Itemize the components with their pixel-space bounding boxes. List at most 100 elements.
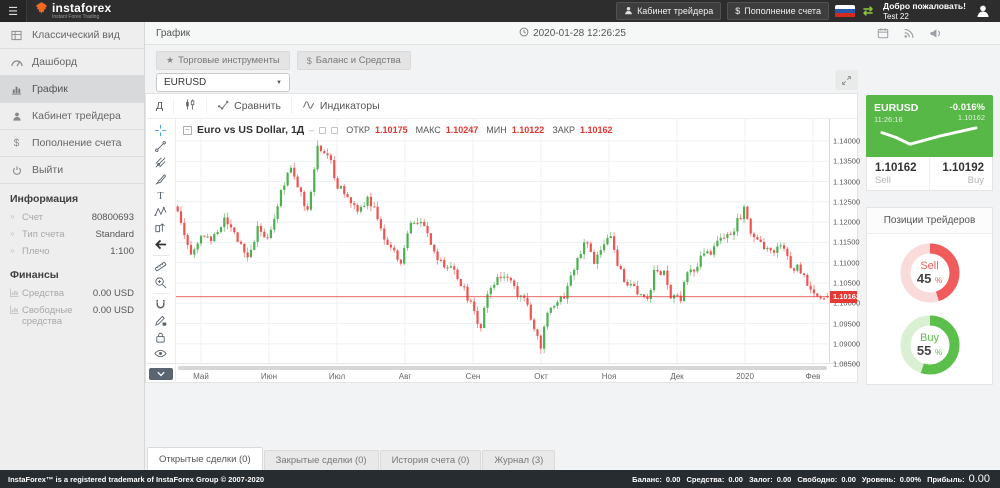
toolbar-divider xyxy=(153,255,169,256)
logo-text: instaforex xyxy=(52,2,111,14)
time-scrollbar[interactable] xyxy=(178,366,827,370)
sidebar-item-классический-вид[interactable]: Классический вид xyxy=(0,22,144,49)
crosshair-icon[interactable] xyxy=(149,124,173,137)
eye-icon[interactable] xyxy=(149,347,173,360)
sidebar-item-пополнение-счета[interactable]: $Пополнение счета xyxy=(0,130,144,157)
language-flag-ru-icon[interactable] xyxy=(835,5,855,18)
quote-sparkline xyxy=(874,124,985,149)
cabinet-button[interactable]: Кабинет трейдера xyxy=(616,2,721,20)
trendline-icon[interactable] xyxy=(149,140,173,153)
sidebar-item-кабинет-трейдера[interactable]: Кабинет трейдера xyxy=(0,103,144,130)
indicators-button[interactable]: Индикаторы xyxy=(292,98,390,114)
forecast-icon[interactable] xyxy=(149,221,173,234)
svg-text:T: T xyxy=(157,191,164,202)
symbol-select[interactable]: EURUSD ▼ xyxy=(156,73,290,92)
megaphone-icon[interactable] xyxy=(929,27,942,39)
footer-stat-label: Прибыль: xyxy=(927,475,965,484)
person-icon xyxy=(624,6,633,17)
dollar-icon: $ xyxy=(10,138,23,149)
candle-chart xyxy=(176,119,829,363)
power-icon xyxy=(10,165,23,176)
compare-button[interactable]: Сравнить xyxy=(207,98,292,114)
quote-tile[interactable]: EURUSD 11:26:16 -0.016% 1.10162 xyxy=(866,95,993,157)
time-tick: Ноя xyxy=(602,372,617,381)
collapse-legend-icon[interactable]: − xyxy=(183,126,192,135)
chart-toolbar: Д Сравнить Индикаторы xyxy=(146,94,857,119)
sidebar-item-выйти[interactable]: Выйти xyxy=(0,157,144,184)
footer-stat-value: 0.00% xyxy=(900,475,921,484)
avatar-icon[interactable] xyxy=(976,4,990,18)
candles-icon xyxy=(184,98,196,114)
toolbar-collapse-button[interactable] xyxy=(149,368,173,380)
legend-toggle-icon[interactable] xyxy=(319,127,326,134)
sidebar: Классический видДашбордГрафикКабинет тре… xyxy=(0,22,145,470)
deposit-button[interactable]: $ Пополнение счета xyxy=(727,2,829,20)
fibtools-icon[interactable] xyxy=(149,156,173,169)
buy-price: 1.10192 xyxy=(938,161,984,175)
hamburger-menu-icon[interactable]: ☰ xyxy=(0,0,27,22)
price-tick: 1.12500 xyxy=(833,197,860,206)
ohlc-high: 1.10247 xyxy=(446,125,479,135)
magnet-icon[interactable] xyxy=(149,298,173,311)
ruler-icon[interactable] xyxy=(149,260,173,273)
clock-icon xyxy=(519,27,529,40)
trading-instruments-button[interactable]: ★ Торговые инструменты xyxy=(156,51,290,70)
interval-button[interactable]: Д xyxy=(146,98,174,114)
balance-funds-button[interactable]: $ Баланс и Средства xyxy=(297,51,411,70)
back-arrow-icon[interactable] xyxy=(149,238,173,251)
time-axis[interactable]: МайИюнИюлАвгСенОктНояДек2020Фев xyxy=(176,364,829,384)
time-tick: Июн xyxy=(261,372,277,381)
time-tick: Фев xyxy=(806,372,821,381)
sidebar-row: »Тип счетаStandard xyxy=(0,226,144,243)
indicators-icon xyxy=(302,99,315,113)
current-price-label: 1.10162 xyxy=(830,291,857,303)
pattern-icon[interactable] xyxy=(149,205,173,218)
time-tick: Июл xyxy=(329,372,345,381)
calendar-icon[interactable] xyxy=(877,27,889,39)
tab-1[interactable]: Открытые сделки (0) xyxy=(147,447,263,470)
sidebar-finance-rows: Средства0.00 USDСвободные средства0.00 U… xyxy=(0,285,144,330)
user-icon xyxy=(10,111,23,122)
page-bar: График 2020-01-28 12:26:25 xyxy=(145,22,1000,45)
price-tick: 1.13500 xyxy=(833,157,860,166)
lock-icon[interactable] xyxy=(149,331,173,344)
price-tick: 1.11500 xyxy=(833,238,860,247)
tab-4[interactable]: Журнал (3) xyxy=(482,450,555,470)
tab-2[interactable]: Закрытые сделки (0) xyxy=(264,450,379,470)
chevrons-icon: » xyxy=(10,212,22,221)
chevrons-icon: » xyxy=(10,229,22,238)
time-tick: Май xyxy=(193,372,209,381)
zoom-in-icon[interactable] xyxy=(149,276,173,289)
current-datetime: 2020-01-28 12:26:25 xyxy=(533,28,626,39)
chart-type-button[interactable] xyxy=(174,98,207,114)
price-tick: 1.11000 xyxy=(833,258,860,267)
drawing-lock-icon[interactable] xyxy=(149,314,173,327)
sell-price: 1.10162 xyxy=(875,161,921,175)
ohlc-low: 1.10122 xyxy=(512,125,545,135)
brush-icon[interactable] xyxy=(149,173,173,186)
chart-plot[interactable]: − Euro vs US Dollar, 1Д – ОТКР1.10175 МА… xyxy=(176,119,829,363)
logo-tagline: Instant Forex Trading xyxy=(52,15,111,20)
legend-settings-icon[interactable] xyxy=(331,127,338,134)
tab-3[interactable]: История счета (0) xyxy=(380,450,482,470)
mini-chart-icon xyxy=(10,305,22,316)
footer-stat-value: 0.00 xyxy=(728,475,743,484)
sidebar-row: »Плечо1:100 xyxy=(0,243,144,260)
footer-stat-value: 0.00 xyxy=(841,475,856,484)
price-tick: 1.13000 xyxy=(833,177,860,186)
footer-stat-label: Уровень: xyxy=(862,475,896,484)
buy-quote-button[interactable]: 1.10192 Buy xyxy=(930,157,992,190)
footer-stat-label: Залог: xyxy=(749,475,773,484)
sell-quote-button[interactable]: 1.10162 Sell xyxy=(867,157,930,190)
fullscreen-button[interactable] xyxy=(835,70,858,90)
sidebar-item-график[interactable]: График xyxy=(0,76,144,103)
star-icon: ★ xyxy=(166,55,174,66)
rss-icon[interactable] xyxy=(903,27,915,39)
logo[interactable]: instaforex Instant Forex Trading xyxy=(35,2,111,20)
price-axis[interactable]: 1.10162 1.140001.135001.130001.125001.12… xyxy=(829,119,857,363)
time-tick: Авг xyxy=(399,372,412,381)
swap-arrows-icon[interactable]: ⇄ xyxy=(863,4,873,18)
text-tool-icon[interactable]: T xyxy=(149,189,173,202)
sidebar-item-дашборд[interactable]: Дашборд xyxy=(0,49,144,76)
footer-stat-label: Баланс: xyxy=(632,475,662,484)
